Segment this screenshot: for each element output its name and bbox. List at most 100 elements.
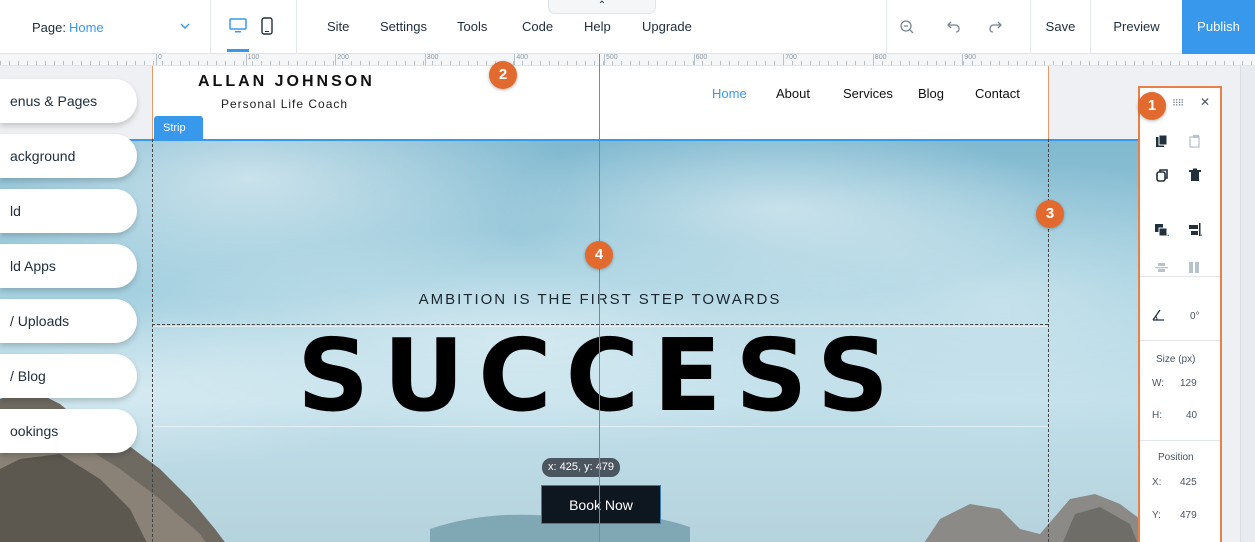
horizontal-ruler[interactable]: 0 100 200 300 400 500 600 700 800 900	[0, 54, 1255, 66]
ruler-tick	[306, 61, 307, 65]
ruler-tick	[612, 61, 613, 65]
ruler-label: 900	[964, 54, 977, 61]
size-title: Size (px)	[1156, 354, 1196, 365]
book-now-button[interactable]: Book Now	[541, 485, 661, 524]
ruler-tick	[414, 61, 415, 65]
x-input[interactable]: 425	[1180, 477, 1197, 488]
ruler-tick	[729, 61, 730, 65]
y-input[interactable]: 479	[1180, 510, 1197, 521]
ruler-tick	[522, 61, 523, 65]
y-label: Y:	[1152, 510, 1161, 521]
publish-button[interactable]: Publish	[1182, 0, 1255, 54]
ruler-label: 600	[695, 54, 708, 61]
desktop-view-icon[interactable]	[227, 14, 249, 38]
editor-top-bar: Page: Home Site Settings Tools Code Help…	[0, 0, 1255, 54]
ruler-tick	[684, 61, 685, 65]
side-menu-add[interactable]: ld	[0, 189, 137, 233]
ruler-tick	[81, 61, 82, 65]
rotation-value[interactable]: 0°	[1190, 311, 1200, 322]
hero-headline[interactable]: SUCCESS	[152, 326, 1048, 426]
divider	[296, 0, 297, 54]
height-label: H:	[1152, 410, 1162, 421]
save-button[interactable]: Save	[1030, 0, 1090, 54]
paste-icon[interactable]	[1188, 134, 1202, 148]
ruler-tick	[63, 61, 64, 65]
ruler-label: 300	[426, 54, 439, 61]
ruler-tick	[639, 61, 640, 65]
align-icon[interactable]	[1187, 222, 1203, 238]
active-view-indicator	[227, 49, 249, 52]
side-menu-menus-pages[interactable]: enus & Pages	[0, 79, 137, 123]
ruler-tick	[1206, 61, 1207, 65]
vertical-ruler[interactable]	[1240, 66, 1255, 542]
copy-icon[interactable]	[1155, 134, 1169, 148]
ruler-tick	[1215, 61, 1216, 65]
ruler-tick	[18, 61, 19, 65]
ruler-major-tick	[156, 54, 157, 65]
site-nav-services[interactable]: Services	[843, 86, 893, 101]
site-nav-about[interactable]: About	[776, 86, 810, 101]
ruler-label: 500	[606, 54, 618, 61]
callout-badge: 1	[1138, 92, 1166, 120]
preview-button[interactable]: Preview	[1090, 0, 1182, 54]
site-nav-blog[interactable]: Blog	[918, 86, 944, 101]
chevron-down-icon[interactable]	[180, 21, 190, 31]
side-menu-add-apps[interactable]: ld Apps	[0, 244, 137, 288]
undo-icon[interactable]	[944, 17, 964, 37]
strip-label-tag[interactable]: Strip	[154, 116, 203, 139]
rotate-icon[interactable]	[1151, 308, 1165, 322]
ruler-tick	[315, 61, 316, 65]
menu-tools[interactable]: Tools	[457, 0, 487, 54]
ruler-tick	[1125, 61, 1126, 65]
ruler-tick	[1017, 61, 1018, 65]
ruler-tick	[909, 61, 910, 65]
divider	[1140, 276, 1220, 277]
duplicate-icon[interactable]	[1155, 168, 1169, 182]
ruler-tick	[720, 61, 721, 65]
side-menu-bookings[interactable]: ookings	[0, 409, 137, 453]
page-selector[interactable]: Page: Home	[32, 0, 104, 54]
ruler-tick	[1233, 61, 1234, 65]
width-input[interactable]: 129	[1180, 378, 1197, 389]
hero-tagline[interactable]: AMBITION IS THE FIRST STEP TOWARDS	[152, 291, 1048, 308]
ruler-tick	[234, 61, 235, 65]
side-menu-my-uploads[interactable]: / Uploads	[0, 299, 137, 343]
ruler-tick	[972, 61, 973, 65]
site-nav-home[interactable]: Home	[712, 86, 747, 101]
ruler-tick	[1062, 61, 1063, 65]
side-menu-my-blog[interactable]: / Blog	[0, 354, 137, 398]
ruler-tick	[27, 61, 28, 65]
ruler-tick	[1053, 61, 1054, 65]
menu-settings[interactable]: Settings	[380, 0, 427, 54]
ruler-tick	[864, 61, 865, 65]
redo-icon[interactable]	[985, 17, 1005, 37]
rock-right	[924, 494, 1140, 542]
match-size-icon[interactable]	[1187, 260, 1203, 276]
ruler-tick	[126, 61, 127, 65]
menu-site[interactable]: Site	[327, 0, 349, 54]
delete-icon[interactable]	[1188, 168, 1202, 182]
site-brand-subtitle[interactable]: Personal Life Coach	[221, 97, 348, 111]
callout-badge: 2	[489, 61, 517, 89]
ruler-tick	[0, 61, 1, 65]
ruler-tick	[432, 61, 433, 65]
mobile-view-icon[interactable]	[256, 14, 278, 38]
ruler-tick	[567, 61, 568, 65]
distribute-icon[interactable]	[1154, 260, 1170, 276]
ruler-tick	[999, 61, 1000, 65]
collapse-toggle[interactable]: ⌃	[548, 0, 656, 14]
close-icon[interactable]: ✕	[1200, 95, 1210, 109]
ruler-tick	[1080, 61, 1081, 65]
arrange-icon[interactable]	[1154, 222, 1170, 238]
ruler-tick	[1026, 61, 1027, 65]
height-input[interactable]: 40	[1186, 410, 1197, 421]
ruler-tick	[162, 61, 163, 65]
ruler-tick	[936, 61, 937, 65]
zoom-out-icon[interactable]	[897, 17, 917, 37]
side-menu-background[interactable]: ackground	[0, 134, 137, 178]
drag-handle-icon[interactable]: ⠿⠿	[1172, 98, 1184, 109]
ruler-tick	[801, 61, 802, 65]
site-nav-contact[interactable]: Contact	[975, 86, 1020, 101]
ruler-label: 700	[785, 54, 797, 61]
site-brand-name[interactable]: ALLAN JOHNSON	[198, 73, 375, 91]
